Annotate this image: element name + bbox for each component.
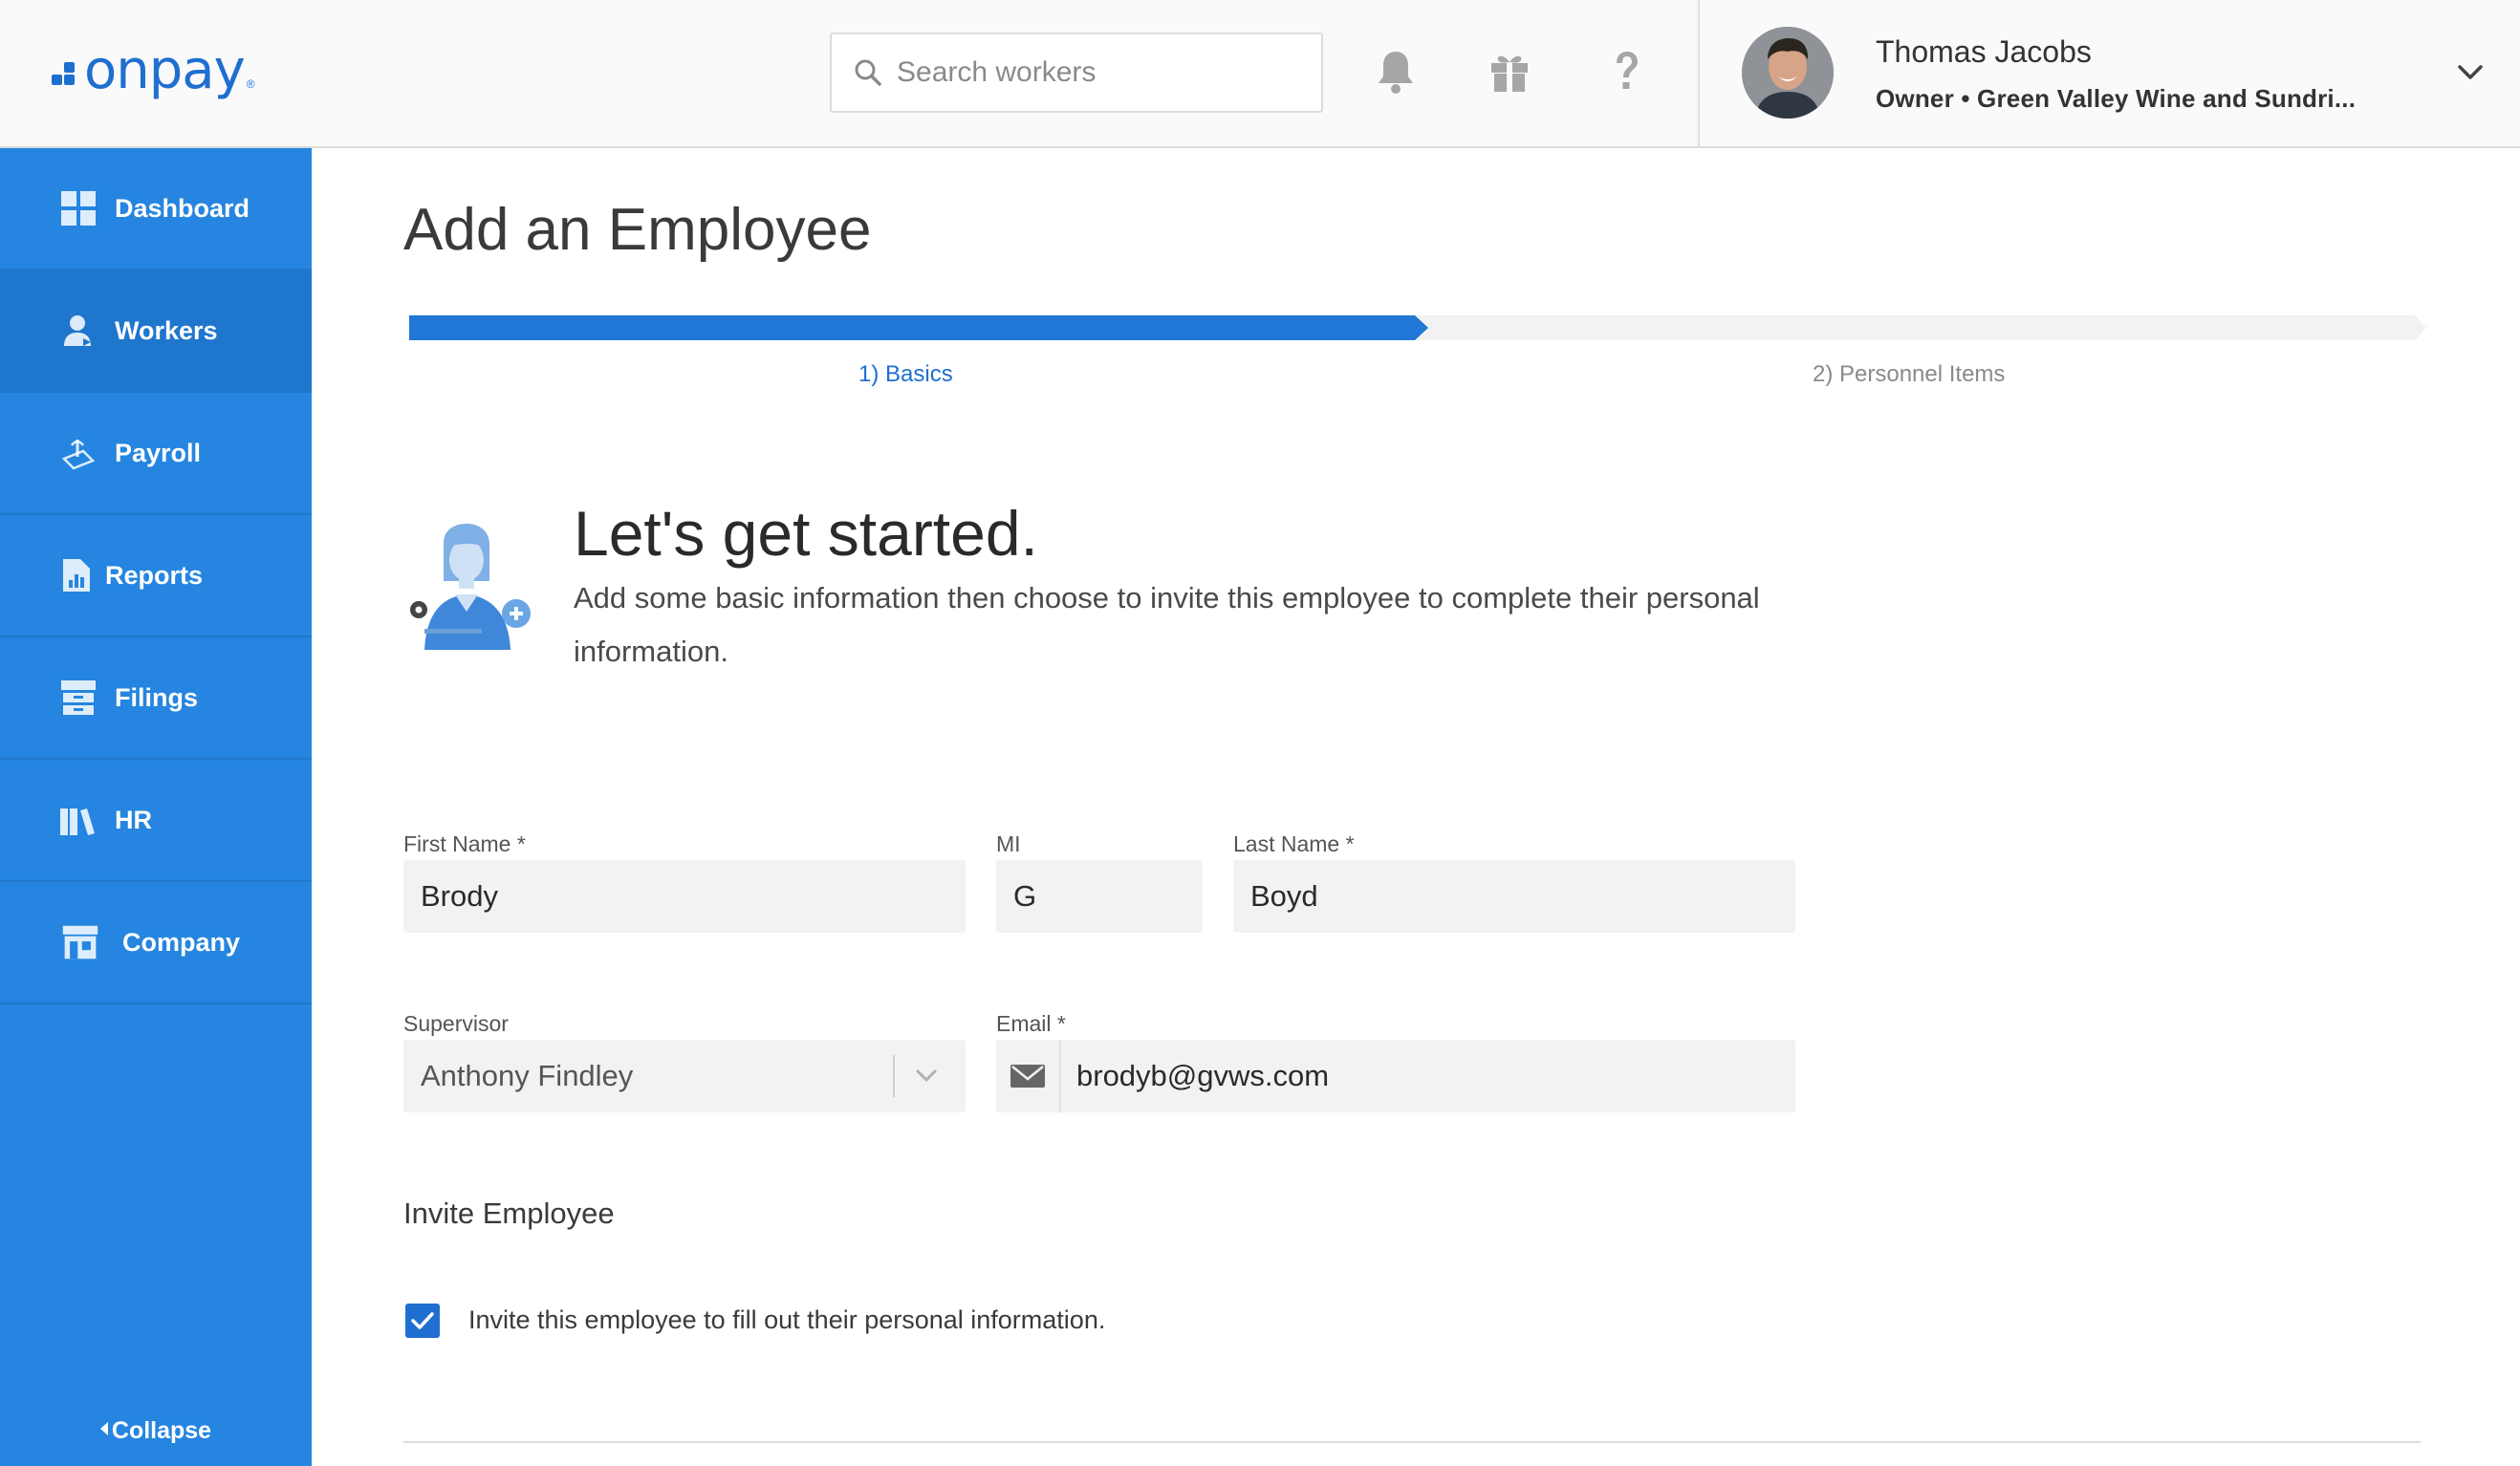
sidebar-item-company[interactable]: Company [0, 882, 312, 1004]
sidebar: Dashboard Workers Payroll Reports Filing… [0, 148, 312, 1466]
first-name-field[interactable]: Brody [403, 860, 966, 933]
search-box[interactable] [830, 32, 1323, 113]
sidebar-item-reports[interactable]: Reports [0, 515, 312, 637]
onpay-logo[interactable]: onpay ® [52, 42, 255, 99]
sidebar-item-label: HR [115, 805, 152, 834]
sidebar-item-filings[interactable]: Filings [0, 637, 312, 760]
first-name-label: First Name * [403, 831, 526, 856]
step-personnel-items[interactable]: 2) Personnel Items [1813, 361, 2005, 388]
mi-value: G [1013, 879, 1037, 913]
logo-mark-icon [52, 56, 80, 85]
step-basics[interactable]: 1) Basics [858, 361, 953, 388]
sidebar-item-label: Reports [105, 560, 204, 590]
sidebar-item-payroll[interactable]: Payroll [0, 393, 312, 515]
supervisor-value: Anthony Findley [421, 1059, 634, 1092]
caret-left-icon [99, 1422, 108, 1435]
gift-icon[interactable] [1488, 48, 1532, 96]
collapse-label: Collapse [111, 1417, 212, 1444]
supervisor-select[interactable]: Anthony Findley [403, 1040, 966, 1112]
progress-bar [409, 315, 2426, 340]
bell-icon[interactable] [1374, 48, 1418, 96]
user-role[interactable]: Owner • Green Valley Wine and Sundri... [1876, 84, 2356, 114]
company-icon [61, 923, 99, 961]
first-name-value: Brody [421, 879, 498, 913]
sidebar-item-label: Payroll [115, 438, 202, 467]
sidebar-item-dashboard[interactable]: Dashboard [0, 148, 312, 270]
search-input[interactable] [897, 56, 1298, 89]
payroll-icon [59, 434, 98, 472]
user-photo [1742, 27, 1834, 119]
select-divider [893, 1055, 895, 1097]
mi-field[interactable]: G [996, 860, 1203, 933]
last-name-field[interactable]: Boyd [1233, 860, 1795, 933]
sidebar-item-label: Dashboard [115, 193, 250, 223]
intro-text: Add some basic information then choose t… [574, 581, 1760, 668]
avatar[interactable] [1742, 27, 1834, 119]
email-label: Email * [996, 1011, 1066, 1036]
chevron-down-icon[interactable] [912, 1063, 941, 1089]
email-icon-box [996, 1040, 1061, 1112]
header-divider [1698, 0, 1700, 146]
envelope-icon [1010, 1065, 1045, 1088]
sidebar-item-hr[interactable]: HR [0, 760, 312, 882]
dashboard-icon [59, 189, 98, 227]
sidebar-item-label: Workers [115, 315, 218, 345]
last-name-label: Last Name * [1233, 831, 1355, 856]
last-name-value: Boyd [1250, 879, 1318, 913]
sidebar-item-label: Filings [115, 682, 198, 712]
page-title: Add an Employee [403, 197, 872, 263]
search-icon [855, 59, 881, 86]
email-field[interactable]: brodyb@gvws.com [996, 1040, 1795, 1112]
hr-icon [59, 801, 98, 839]
add-employee-illustration [410, 524, 531, 650]
user-name[interactable]: Thomas Jacobs [1876, 34, 2092, 70]
logo-text: onpay [84, 39, 246, 101]
email-value: brodyb@gvws.com [1076, 1059, 1330, 1092]
invite-employee-heading: Invite Employee [403, 1197, 615, 1230]
help-icon[interactable] [1604, 48, 1648, 96]
checkmark-icon [411, 1312, 434, 1329]
chevron-down-icon[interactable] [2455, 57, 2486, 86]
sidebar-item-workers[interactable]: Workers [0, 270, 312, 393]
invite-checkbox[interactable] [405, 1304, 440, 1338]
mi-label: MI [996, 831, 1021, 856]
logo-registered-mark: ® [246, 77, 255, 91]
section-divider [403, 1441, 2421, 1443]
intro-heading: Let's get started. [574, 498, 1038, 569]
invite-checkbox-label[interactable]: Invite this employee to fill out their p… [468, 1305, 1105, 1335]
reports-icon [57, 556, 96, 594]
collapse-button[interactable]: Collapse [0, 1417, 312, 1445]
top-header: onpay ® Thomas Jacobs Owner • Green Va [0, 0, 2520, 148]
workers-icon [59, 312, 98, 350]
sidebar-item-label: Company [122, 927, 241, 957]
filings-icon [59, 679, 98, 717]
supervisor-label: Supervisor [403, 1011, 509, 1036]
